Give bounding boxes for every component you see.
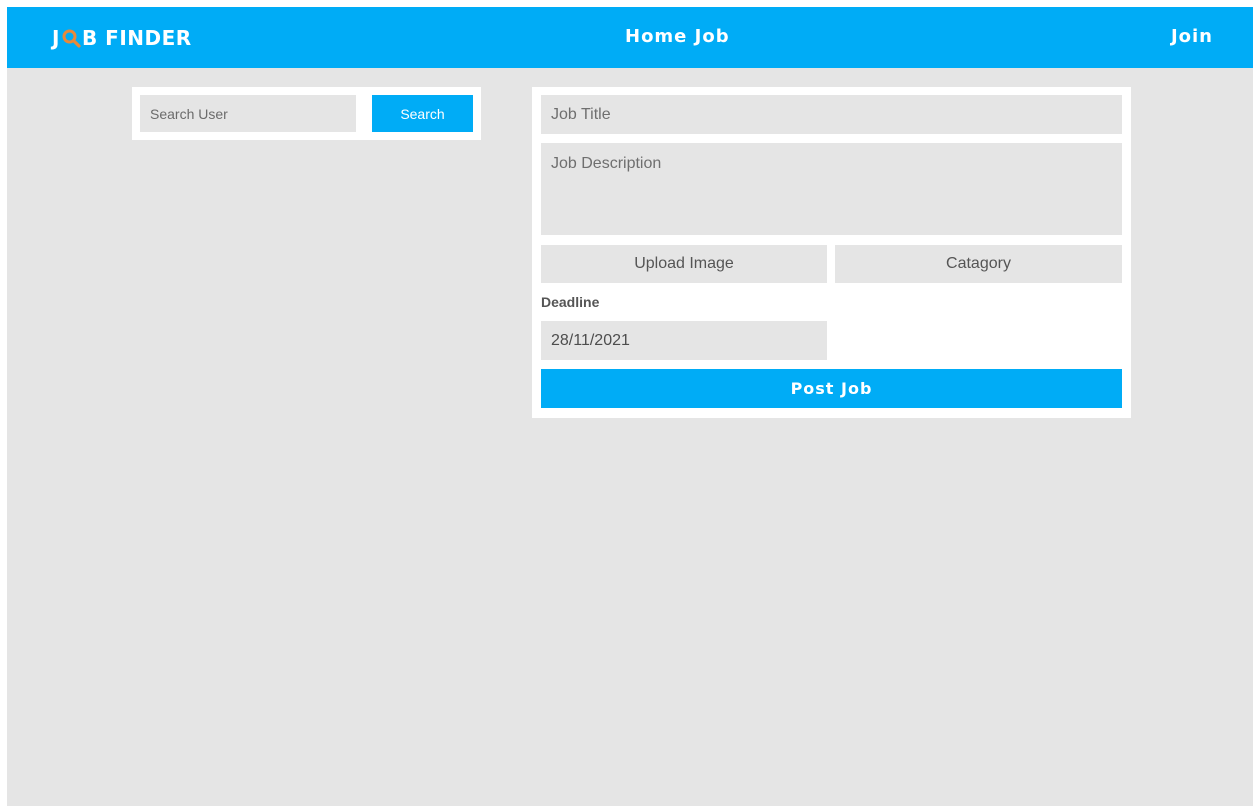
nav-home-job-link[interactable]: Home Job bbox=[625, 26, 730, 47]
deadline-date-input[interactable] bbox=[541, 321, 827, 360]
nav-join-link[interactable]: Join bbox=[1171, 26, 1213, 47]
magnifier-logo-icon bbox=[62, 29, 81, 48]
search-user-panel: Search bbox=[132, 87, 481, 140]
post-job-button[interactable]: Post Job bbox=[541, 369, 1122, 408]
category-select[interactable]: Catagory bbox=[835, 245, 1122, 283]
job-description-textarea[interactable] bbox=[541, 143, 1122, 235]
upload-image-button[interactable]: Upload Image bbox=[541, 245, 827, 283]
search-button[interactable]: Search bbox=[372, 95, 473, 132]
search-user-input[interactable] bbox=[140, 95, 356, 132]
brand-suffix: B FINDER bbox=[81, 26, 192, 50]
brand-logo[interactable]: J B FINDER bbox=[52, 24, 192, 52]
top-navbar: J B FINDER Home Job Join bbox=[7, 7, 1253, 68]
app-frame: J B FINDER Home Job Join Search Upload I… bbox=[7, 7, 1253, 806]
post-job-form: Upload Image Catagory Deadline Post Job bbox=[532, 87, 1131, 418]
deadline-label: Deadline bbox=[541, 294, 600, 310]
brand-prefix: J bbox=[52, 26, 60, 50]
job-title-input[interactable] bbox=[541, 95, 1122, 134]
